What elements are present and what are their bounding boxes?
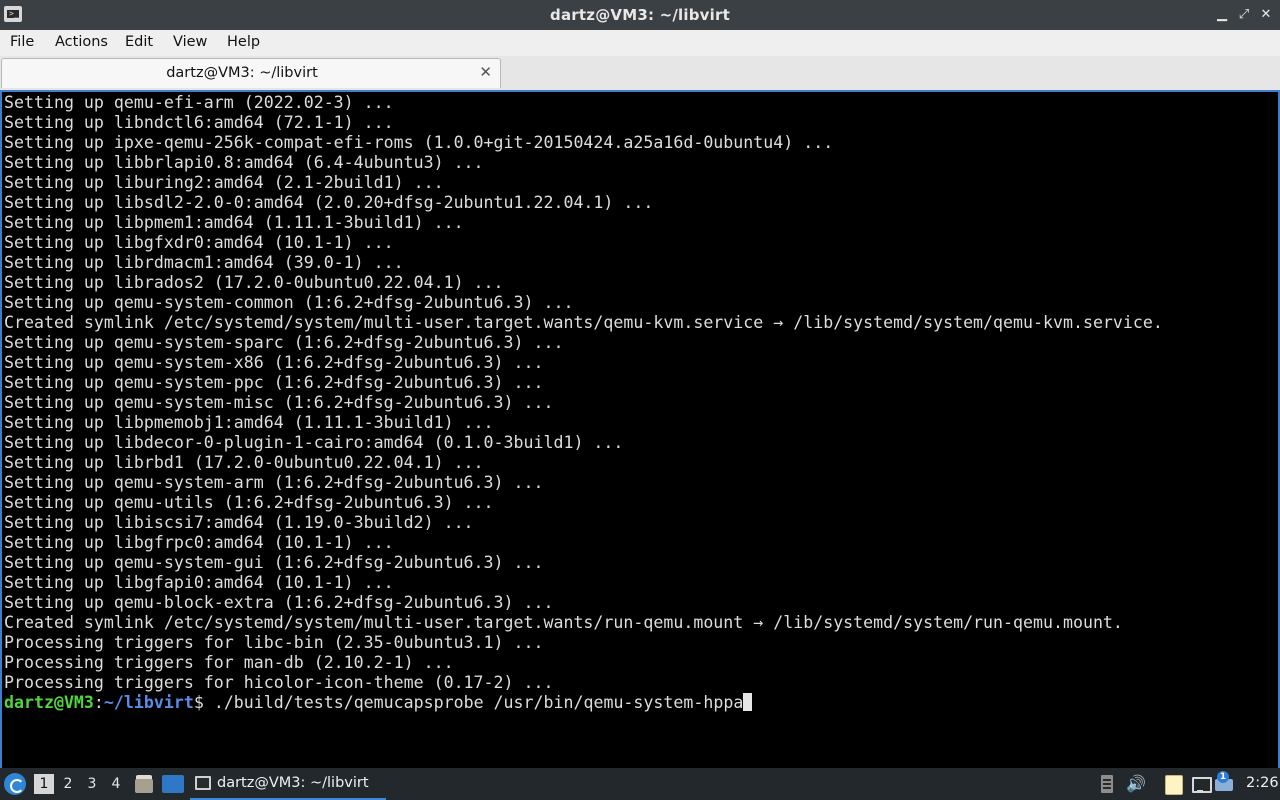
terminal-line: Setting up qemu-block-extra (1:6.2+dfsg-…	[4, 593, 554, 612]
terminal-line: Setting up ipxe-qemu-256k-compat-efi-rom…	[4, 133, 834, 152]
terminal-line: Setting up librados2 (17.2.0-0ubuntu0.22…	[4, 273, 504, 292]
terminal-line: Setting up libpmem1:amd64 (1.11.1-3build…	[4, 213, 464, 232]
menu-file[interactable]: File	[10, 34, 34, 50]
prompt-path: ~/libvirt	[103, 693, 194, 712]
workspace-1[interactable]: 1	[34, 774, 54, 794]
terminal-line: Setting up qemu-system-misc (1:6.2+dfsg-…	[4, 393, 554, 412]
notes-icon[interactable]	[1164, 775, 1183, 795]
terminal-line: Setting up qemu-system-sparc (1:6.2+dfsg…	[4, 333, 564, 352]
volume-icon[interactable]: 🔊	[1126, 775, 1146, 793]
close-button[interactable]: ✕	[1260, 8, 1272, 22]
terminal-line: Setting up libbrlapi0.8:amd64 (6.4-4ubun…	[4, 153, 484, 172]
terminal-line: Setting up qemu-system-ppc (1:6.2+dfsg-2…	[4, 373, 544, 392]
terminal-line: Setting up liburing2:amd64 (2.1-2build1)…	[4, 173, 444, 192]
taskbar-task-label: dartz@VM3: ~/libvirt	[217, 775, 369, 791]
text-cursor	[743, 693, 753, 711]
prompt-separator: :	[93, 693, 104, 712]
show-desktop-icon[interactable]	[162, 775, 184, 793]
menubar: File Actions Edit View Help	[0, 30, 1280, 56]
workspace-2[interactable]: 2	[58, 774, 78, 794]
terminal-line: Setting up librbd1 (17.2.0-0ubuntu0.22.0…	[4, 453, 484, 472]
menu-help[interactable]: Help	[227, 34, 260, 50]
command-input[interactable]: ./build/tests/qemucapsprobe /usr/bin/qem…	[214, 693, 744, 712]
terminal-line: Setting up libdecor-0-plugin-1-cairo:amd…	[4, 433, 624, 452]
tab-bar: dartz@VM3: ~/libvirt ✕	[0, 56, 1280, 90]
terminal-line: Created symlink /etc/systemd/system/mult…	[4, 313, 1163, 332]
terminal-line: Setting up qemu-system-common (1:6.2+dfs…	[4, 293, 574, 312]
maximize-button[interactable]: ⤢	[1238, 8, 1250, 22]
terminal-line: Setting up libgfxdr0:amd64 (10.1-1) ...	[4, 233, 394, 252]
prompt-user-host: dartz@VM3	[4, 693, 94, 712]
terminal-line: Setting up qemu-system-x86 (1:6.2+dfsg-2…	[4, 353, 544, 372]
start-menu-icon[interactable]	[4, 773, 26, 795]
prompt-symbol: $	[193, 693, 214, 712]
menu-actions[interactable]: Actions	[55, 34, 108, 50]
tab-label: dartz@VM3: ~/libvirt	[166, 65, 318, 81]
terminal-line: Created symlink /etc/systemd/system/mult…	[4, 613, 1123, 632]
taskbar: 1 2 3 4 dartz@VM3: ~/libvirt 🔊 1 2:26	[0, 768, 1280, 800]
terminal-line: Setting up libgfrpc0:amd64 (10.1-1) ...	[4, 533, 394, 552]
menu-edit[interactable]: Edit	[125, 34, 153, 50]
minimize-button[interactable]: ▁	[1216, 8, 1228, 22]
terminal-line: Setting up qemu-efi-arm (2022.02-3) ...	[4, 93, 394, 112]
terminal-line: Setting up qemu-utils (1:6.2+dfsg-2ubunt…	[4, 493, 494, 512]
terminal-line: Setting up libsdl2-2.0-0:amd64 (2.0.20+d…	[4, 193, 654, 212]
window-titlebar[interactable]: >_ dartz@VM3: ~/libvirt ▁ ⤢ ✕	[0, 0, 1280, 30]
terminal-icon	[195, 776, 211, 790]
terminal-line: Setting up libgfapi0:amd64 (10.1-1) ...	[4, 573, 394, 592]
menu-view[interactable]: View	[173, 34, 207, 50]
terminal-view[interactable]: Setting up qemu-efi-arm (2022.02-3) ... …	[0, 90, 1280, 770]
update-notifier-icon[interactable]: 1	[1215, 771, 1233, 793]
update-badge: 1	[1217, 771, 1229, 783]
workspace-3[interactable]: 3	[82, 774, 102, 794]
file-manager-icon[interactable]	[134, 774, 154, 794]
tab-terminal[interactable]: dartz@VM3: ~/libvirt ✕	[1, 58, 501, 88]
tab-close-icon[interactable]: ✕	[479, 63, 492, 81]
terminal-lines: Setting up qemu-efi-arm (2022.02-3) ... …	[4, 93, 1163, 692]
taskbar-terminal-task[interactable]: dartz@VM3: ~/libvirt	[190, 771, 386, 800]
terminal-output: Setting up qemu-efi-arm (2022.02-3) ... …	[2, 92, 1278, 713]
terminal-line: Processing triggers for libc-bin (2.35-0…	[4, 633, 544, 652]
terminal-line: Setting up qemu-system-gui (1:6.2+dfsg-2…	[4, 553, 544, 572]
terminal-line: Processing triggers for hicolor-icon-the…	[4, 673, 554, 692]
clock[interactable]: 2:26	[1246, 775, 1279, 791]
terminal-line: Setting up librdmacm1:amd64 (39.0-1) ...	[4, 253, 404, 272]
workspace-4[interactable]: 4	[106, 774, 126, 794]
terminal-line: Setting up libndctl6:amd64 (72.1-1) ...	[4, 113, 394, 132]
terminal-line: Setting up libpmemobj1:amd64 (1.11.1-3bu…	[4, 413, 494, 432]
terminal-line: Setting up qemu-system-arm (1:6.2+dfsg-2…	[4, 473, 544, 492]
network-icon[interactable]	[1191, 775, 1212, 793]
clipboard-icon[interactable]	[1098, 775, 1116, 793]
terminal-line: Processing triggers for man-db (2.10.2-1…	[4, 653, 454, 672]
terminal-line: Setting up libiscsi7:amd64 (1.19.0-3buil…	[4, 513, 474, 532]
window-controls: ▁ ⤢ ✕	[1216, 5, 1272, 25]
window-title: dartz@VM3: ~/libvirt	[550, 6, 730, 24]
